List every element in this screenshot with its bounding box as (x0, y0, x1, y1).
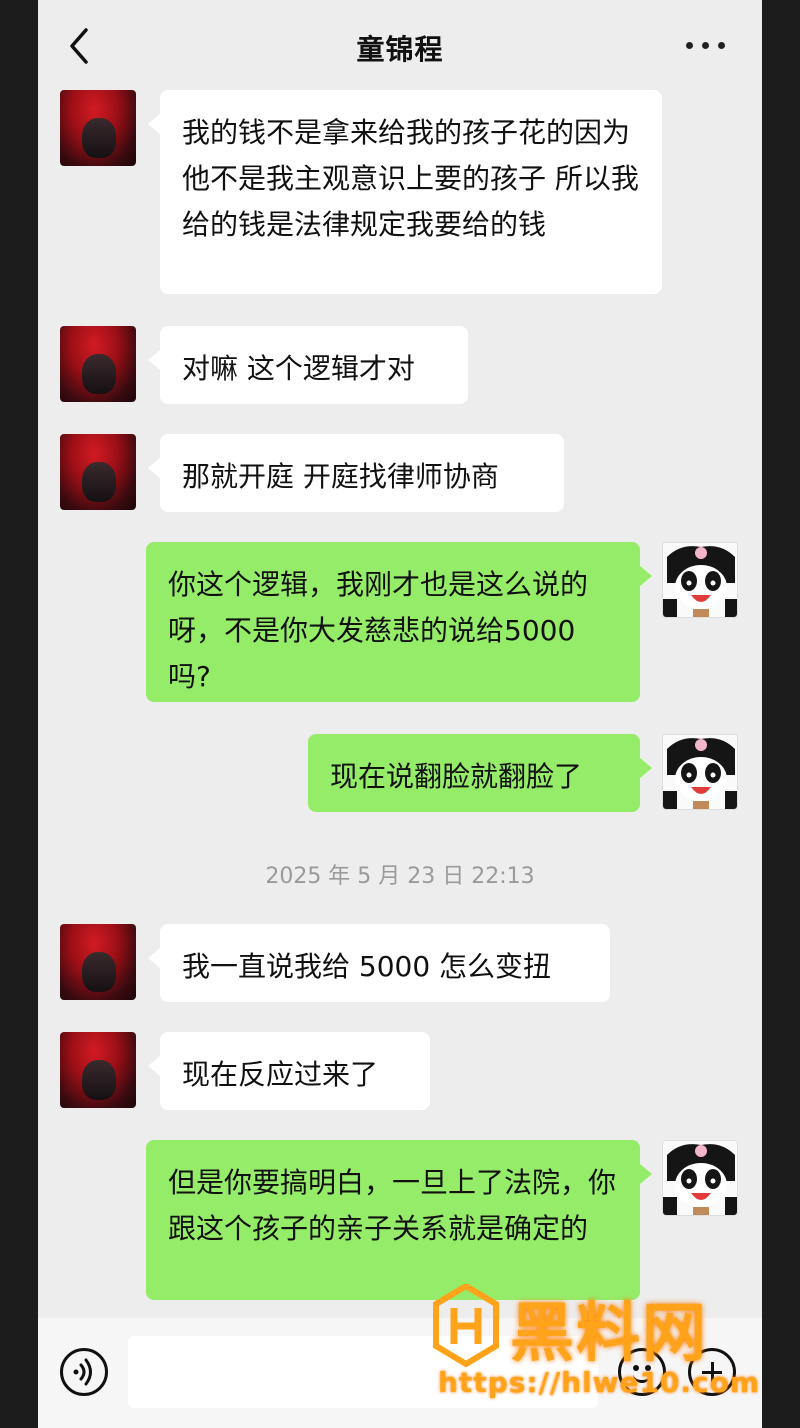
watermark: 黑料网 https://hlwe10.com (432, 1284, 772, 1404)
message-text: 那就开庭 开庭找律师协商 (182, 460, 499, 493)
incoming-message[interactable]: 我一直说我给 5000 怎么变扭 (148, 924, 610, 1002)
voice-button[interactable] (60, 1348, 108, 1396)
incoming-message[interactable]: 那就开庭 开庭找律师协商 (148, 434, 564, 512)
message-text: 你这个逻辑，我刚才也是这么说的呀，不是你大发慈悲的说给5000吗? (168, 568, 589, 693)
more-button[interactable] (686, 36, 728, 56)
timestamp: 2025 年 5 月 23 日 22:13 (265, 864, 535, 889)
chat-title: 童锦程 (356, 33, 444, 66)
message-text: 现在说翻脸就翻脸了 (330, 760, 583, 793)
panda-avatar-icon (663, 735, 737, 809)
contact-avatar[interactable] (60, 90, 136, 166)
outgoing-message[interactable]: 现在说翻脸就翻脸了 (308, 734, 652, 812)
message-text: 我一直说我给 5000 怎么变扭 (182, 950, 552, 983)
user-avatar[interactable] (662, 542, 738, 618)
chat-screen: 童锦程 我的钱不是拿来给我的孩子花的因为他不是我主观意识上要的孩子 所以我给的钱… (38, 0, 762, 1428)
incoming-message[interactable]: 对嘛 这个逻辑才对 (148, 326, 468, 404)
incoming-message[interactable]: 我的钱不是拿来给我的孩子花的因为他不是我主观意识上要的孩子 所以我给的钱是法律规… (148, 90, 662, 294)
more-dots-icon (686, 42, 693, 49)
incoming-message[interactable]: 现在反应过来了 (148, 1032, 430, 1110)
contact-avatar[interactable] (60, 1032, 136, 1108)
more-dot (718, 42, 725, 49)
outgoing-message[interactable]: 你这个逻辑，我刚才也是这么说的呀，不是你大发慈悲的说给5000吗? (146, 542, 652, 702)
contact-avatar[interactable] (60, 326, 136, 402)
message-text: 现在反应过来了 (182, 1058, 379, 1091)
user-avatar[interactable] (662, 734, 738, 810)
chat-header: 童锦程 (38, 0, 762, 92)
voice-icon (73, 1358, 92, 1386)
contact-avatar[interactable] (60, 434, 136, 510)
more-dot (702, 42, 709, 49)
message-text: 对嘛 这个逻辑才对 (182, 352, 415, 385)
panda-avatar-icon (663, 543, 737, 617)
message-text: 但是你要搞明白，一旦上了法院，你跟这个孩子的亲子关系就是确定的 (168, 1166, 617, 1245)
watermark-name: 黑料网 (510, 1297, 708, 1371)
panda-avatar-icon (663, 1141, 737, 1215)
contact-avatar[interactable] (60, 924, 136, 1000)
message-text: 我的钱不是拿来给我的孩子花的因为他不是我主观意识上要的孩子 所以我给的钱是法律规… (182, 116, 639, 241)
user-avatar[interactable] (662, 1140, 738, 1216)
watermark-url: https://hlwe10.com (438, 1366, 761, 1399)
outgoing-message[interactable]: 但是你要搞明白，一旦上了法院，你跟这个孩子的亲子关系就是确定的 (146, 1140, 652, 1300)
watermark-logo-icon (433, 1284, 499, 1368)
